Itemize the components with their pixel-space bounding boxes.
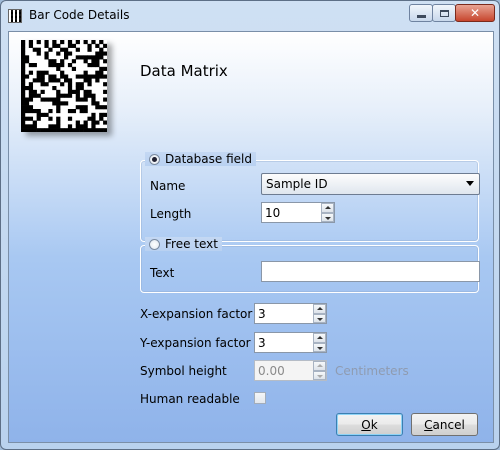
arrow-up-icon	[317, 364, 323, 367]
maximize-button[interactable]	[432, 4, 456, 22]
ok-button[interactable]: Ok	[336, 413, 403, 436]
x-expansion-spin-buttons	[313, 304, 326, 323]
barcode-app-icon	[8, 9, 22, 23]
dialog-content: Data Matrix Database field Name Sample I…	[8, 31, 494, 443]
name-dropdown[interactable]: Sample ID	[261, 173, 480, 195]
human-readable-checkbox[interactable]	[254, 392, 266, 404]
y-expansion-label: Y-expansion factor	[140, 336, 251, 350]
database-field-label: Database field	[165, 152, 252, 166]
y-expansion-decrement-button[interactable]	[313, 342, 326, 352]
free-text-radio[interactable]	[149, 238, 160, 250]
database-field-option[interactable]: Database field	[145, 152, 256, 166]
arrow-down-icon	[317, 317, 323, 321]
y-expansion-spin-buttons	[313, 333, 326, 352]
window-title: Bar Code Details	[29, 8, 130, 22]
symbol-height-unit: Centimeters	[335, 364, 409, 378]
database-field-radio[interactable]	[149, 153, 160, 165]
close-icon: ✕	[469, 6, 481, 20]
cancel-button[interactable]: Cancel	[411, 413, 478, 436]
free-text-option[interactable]: Free text	[145, 237, 222, 251]
x-expansion-increment-button[interactable]	[313, 304, 326, 314]
length-stepper[interactable]: 10	[261, 202, 335, 223]
human-readable-label: Human readable	[140, 392, 240, 406]
ok-label-rest: k	[370, 417, 378, 432]
chevron-down-icon	[466, 181, 474, 186]
arrow-down-icon	[317, 346, 323, 350]
free-text-input[interactable]	[261, 261, 480, 282]
length-label: Length	[150, 207, 192, 221]
close-button[interactable]: ✕	[455, 4, 495, 22]
symbol-height-increment-button	[313, 361, 326, 371]
dialog-window: Bar Code Details ✕ Data Matrix Database …	[0, 0, 500, 450]
x-expansion-value: 3	[258, 306, 266, 321]
maximize-icon	[439, 9, 449, 17]
ok-mnemonic: O	[361, 417, 371, 432]
y-expansion-stepper[interactable]: 3	[254, 332, 327, 353]
free-text-group: Free text Text	[140, 237, 480, 293]
x-expansion-stepper[interactable]: 3	[254, 303, 327, 324]
length-spin-buttons	[321, 203, 334, 222]
arrow-up-icon	[317, 336, 323, 339]
cancel-label-rest: ancel	[432, 417, 465, 432]
symbol-height-stepper: 0.00	[254, 360, 327, 381]
symbol-height-value: 0.00	[258, 363, 285, 378]
name-label: Name	[150, 179, 186, 193]
arrow-up-icon	[317, 307, 323, 310]
database-field-group: Database field Name Sample ID Length 10	[140, 152, 480, 242]
cancel-mnemonic: C	[424, 417, 433, 432]
data-matrix-barcode-image	[21, 40, 107, 132]
length-decrement-button[interactable]	[321, 212, 334, 222]
title-bar[interactable]: Bar Code Details ✕	[1, 1, 499, 31]
symbol-height-spin-buttons	[313, 361, 326, 380]
symbology-heading: Data Matrix	[140, 62, 228, 80]
arrow-down-icon	[317, 374, 323, 378]
x-expansion-label: X-expansion factor	[140, 307, 253, 321]
minimize-icon	[416, 15, 426, 18]
free-text-label: Free text	[165, 237, 218, 251]
minimize-button[interactable]	[409, 4, 433, 22]
text-label: Text	[150, 266, 175, 280]
symbol-height-label: Symbol height	[140, 364, 227, 378]
name-dropdown-value: Sample ID	[266, 177, 328, 191]
arrow-down-icon	[325, 216, 331, 220]
y-expansion-value: 3	[258, 335, 266, 350]
arrow-up-icon	[325, 206, 331, 209]
symbol-height-decrement-button	[313, 370, 326, 380]
length-increment-button[interactable]	[321, 203, 334, 213]
y-expansion-increment-button[interactable]	[313, 333, 326, 343]
length-value: 10	[265, 205, 281, 220]
x-expansion-decrement-button[interactable]	[313, 313, 326, 323]
